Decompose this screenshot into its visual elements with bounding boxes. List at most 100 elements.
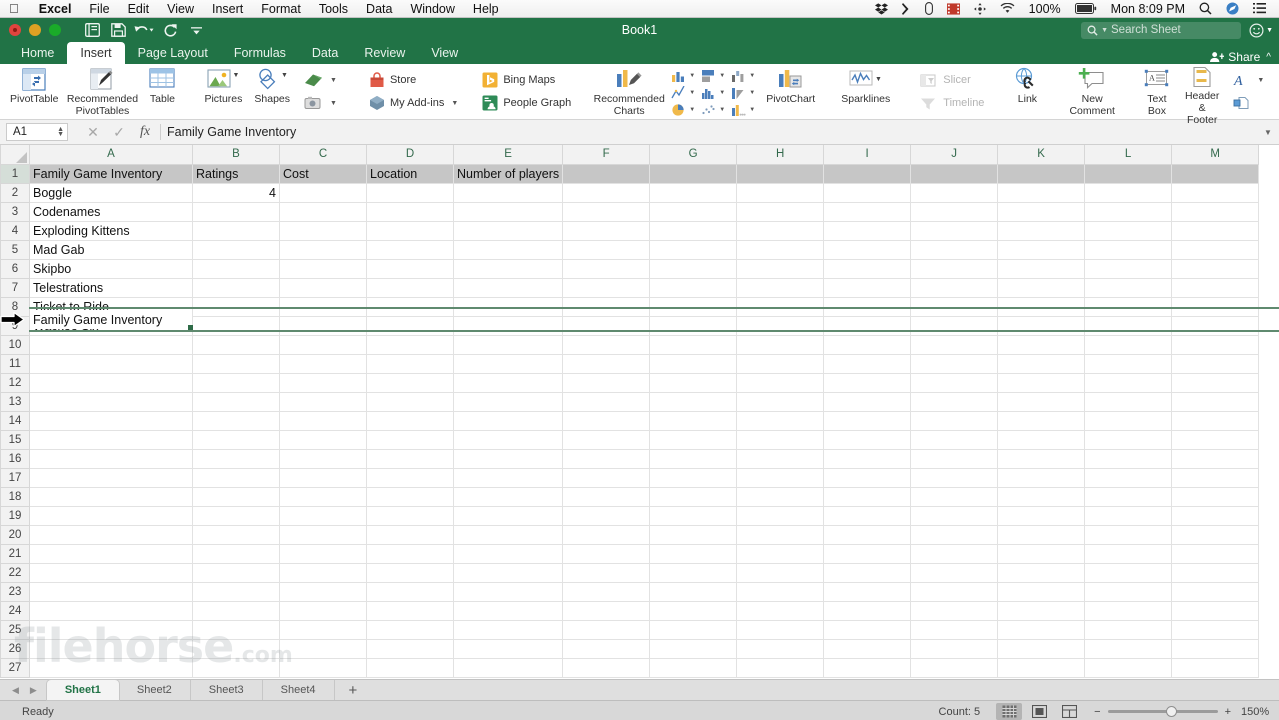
cancel-icon[interactable]: ✕: [80, 124, 106, 141]
cell-k8[interactable]: [997, 296, 1086, 317]
cell-l23[interactable]: [1084, 581, 1173, 602]
cell-g1[interactable]: [649, 163, 738, 184]
shapes-button[interactable]: ▼ Shapes: [248, 64, 296, 119]
cell-b5[interactable]: [192, 239, 280, 260]
cell-k18[interactable]: [997, 486, 1086, 507]
cell-f4[interactable]: [562, 220, 651, 241]
cell-i21[interactable]: [823, 543, 912, 564]
cell-j3[interactable]: [910, 201, 999, 222]
cell-a19[interactable]: [29, 505, 193, 526]
cell-g7[interactable]: [649, 277, 738, 298]
cell-l6[interactable]: [1084, 258, 1173, 279]
cell-b3[interactable]: [192, 201, 280, 222]
cell-d21[interactable]: [366, 543, 454, 564]
cell-c9[interactable]: [279, 315, 367, 336]
redo-icon[interactable]: [158, 20, 182, 40]
cell-g25[interactable]: [649, 619, 738, 640]
sheet-tab-sheet1[interactable]: Sheet1: [46, 680, 119, 700]
cell-f17[interactable]: [562, 467, 651, 488]
tab-page-layout[interactable]: Page Layout: [125, 42, 221, 64]
cell-a11[interactable]: [29, 353, 193, 374]
my-addins-button[interactable]: My Add-ins ▼: [364, 93, 463, 114]
cell-i11[interactable]: [823, 353, 912, 374]
cell-g19[interactable]: [649, 505, 738, 526]
cell-a3[interactable]: Codenames: [29, 201, 193, 222]
cell-b21[interactable]: [192, 543, 280, 564]
cell-e1[interactable]: Number of players: [452, 163, 564, 184]
pivotchart-button[interactable]: PivotChart: [760, 64, 821, 119]
row-header-3[interactable]: 3: [0, 201, 30, 222]
cell-j7[interactable]: [910, 277, 999, 298]
cell-d5[interactable]: [366, 239, 454, 260]
cell-j20[interactable]: [910, 524, 999, 545]
cell-i12[interactable]: [823, 372, 912, 393]
cell-m6[interactable]: [1171, 258, 1260, 279]
cell-h3[interactable]: [736, 201, 825, 222]
menu-insert[interactable]: Insert: [203, 2, 252, 16]
cell-m10[interactable]: [1171, 334, 1260, 355]
cell-k2[interactable]: [997, 182, 1086, 203]
cell-f27[interactable]: [562, 657, 651, 678]
cell-g12[interactable]: [649, 372, 738, 393]
cell-c11[interactable]: [279, 353, 367, 374]
cell-m3[interactable]: [1171, 201, 1260, 222]
cell-e7[interactable]: [452, 277, 564, 298]
wordart-button[interactable]: A ▼: [1227, 70, 1269, 91]
column-header-l[interactable]: L: [1084, 145, 1173, 165]
cell-b19[interactable]: [192, 505, 280, 526]
cell-l14[interactable]: [1084, 410, 1173, 431]
list-menu-icon[interactable]: [1246, 0, 1273, 18]
cell-j16[interactable]: [910, 448, 999, 469]
cell-e17[interactable]: [452, 467, 564, 488]
cell-m22[interactable]: [1171, 562, 1260, 583]
cell-f13[interactable]: [562, 391, 651, 412]
select-all-corner[interactable]: [0, 145, 30, 165]
cell-l16[interactable]: [1084, 448, 1173, 469]
column-header-c[interactable]: C: [279, 145, 367, 165]
cell-e21[interactable]: [452, 543, 564, 564]
cell-g9[interactable]: [649, 315, 738, 336]
cell-l21[interactable]: [1084, 543, 1173, 564]
cell-h4[interactable]: [736, 220, 825, 241]
cell-j17[interactable]: [910, 467, 999, 488]
battery-icon[interactable]: [1068, 0, 1104, 18]
notification-center-icon[interactable]: [1219, 0, 1246, 18]
column-header-i[interactable]: I: [823, 145, 912, 165]
cell-h25[interactable]: [736, 619, 825, 640]
cell-l4[interactable]: [1084, 220, 1173, 241]
cell-k15[interactable]: [997, 429, 1086, 450]
recommended-pivottables-button[interactable]: Recommended PivotTables: [64, 64, 140, 119]
cell-l19[interactable]: [1084, 505, 1173, 526]
cell-j13[interactable]: [910, 391, 999, 412]
name-box[interactable]: A1 ▲ ▼: [6, 123, 68, 141]
tab-review[interactable]: Review: [351, 42, 418, 64]
cell-l17[interactable]: [1084, 467, 1173, 488]
cell-a4[interactable]: Exploding Kittens: [29, 220, 193, 241]
cell-k1[interactable]: [997, 163, 1086, 184]
cell-k10[interactable]: [997, 334, 1086, 355]
cell-d26[interactable]: [366, 638, 454, 659]
cell-b22[interactable]: [192, 562, 280, 583]
bar-chart-button[interactable]: ▼: [698, 67, 728, 84]
icons-button[interactable]: ▼: [298, 70, 342, 91]
cell-k12[interactable]: [997, 372, 1086, 393]
cell-i27[interactable]: [823, 657, 912, 678]
sheet-tab-sheet3[interactable]: Sheet3: [191, 680, 263, 700]
cell-a15[interactable]: [29, 429, 193, 450]
cell-b13[interactable]: [192, 391, 280, 412]
cell-a2[interactable]: Boggle: [29, 182, 193, 203]
cell-b2[interactable]: 4: [192, 182, 280, 203]
cell-m12[interactable]: [1171, 372, 1260, 393]
undo-icon[interactable]: [132, 20, 156, 40]
cell-c15[interactable]: [279, 429, 367, 450]
cell-d19[interactable]: [366, 505, 454, 526]
cell-m4[interactable]: [1171, 220, 1260, 241]
cell-b6[interactable]: [192, 258, 280, 279]
cell-e3[interactable]: [452, 201, 564, 222]
cell-f22[interactable]: [562, 562, 651, 583]
cell-h13[interactable]: [736, 391, 825, 412]
cell-k3[interactable]: [997, 201, 1086, 222]
cell-f12[interactable]: [562, 372, 651, 393]
column-header-h[interactable]: H: [736, 145, 825, 165]
cell-a18[interactable]: [29, 486, 193, 507]
